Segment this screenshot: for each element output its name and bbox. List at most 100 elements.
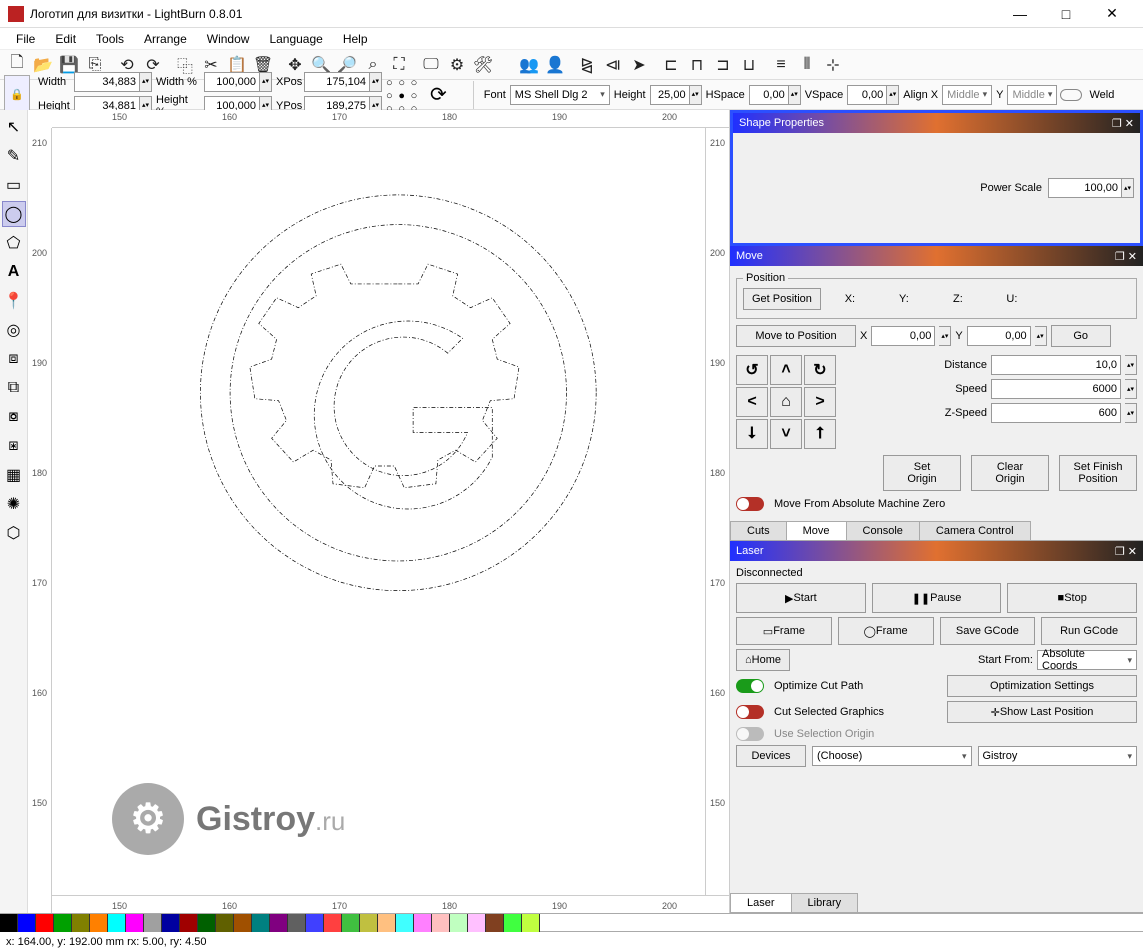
panel-close-icon[interactable]: ✕ xyxy=(1128,250,1137,263)
color-swatch[interactable] xyxy=(126,914,144,932)
power-scale-input[interactable] xyxy=(1048,178,1122,198)
tab-cuts[interactable]: Cuts xyxy=(730,521,787,540)
draw-line-tool-icon[interactable]: ✎ xyxy=(2,143,26,169)
color-swatch[interactable] xyxy=(342,914,360,932)
device-select[interactable]: (Choose) xyxy=(812,746,972,766)
fheight-spinner[interactable]: ▴▾ xyxy=(690,85,702,105)
laser-header[interactable]: Laser ❐✕ xyxy=(730,541,1143,561)
select-tool-icon[interactable]: ↖ xyxy=(2,114,26,140)
move-x-spinner[interactable]: ▴▾ xyxy=(939,326,951,346)
abs-move-toggle[interactable] xyxy=(736,497,764,511)
align-t-icon[interactable]: ⊔ xyxy=(737,53,761,77)
use-selection-origin-toggle[interactable] xyxy=(736,727,764,741)
start-from-select[interactable]: Absolute Coords xyxy=(1037,650,1137,670)
color-swatch[interactable] xyxy=(90,914,108,932)
vspace-spinner[interactable]: ▴▾ xyxy=(887,85,899,105)
logo-shape[interactable] xyxy=(52,128,705,895)
move-y-input[interactable] xyxy=(967,326,1031,346)
menu-tools[interactable]: Tools xyxy=(86,30,134,48)
dist-v-icon[interactable]: ⦀ xyxy=(795,53,819,77)
aligny-select[interactable]: Middle xyxy=(1007,85,1057,105)
radial-tool-icon[interactable]: ✺ xyxy=(2,491,26,517)
shape-properties-header[interactable]: Shape Properties ❐✕ xyxy=(733,113,1140,133)
color-swatch[interactable] xyxy=(270,914,288,932)
group-icon[interactable]: 👥 xyxy=(517,53,541,77)
alignx-select[interactable]: Middle xyxy=(942,85,992,105)
boolean-d-icon[interactable]: ⧆ xyxy=(2,433,26,459)
panel-close-icon[interactable]: ✕ xyxy=(1128,545,1137,558)
send-icon[interactable]: ➤ xyxy=(627,53,651,77)
align-r-icon[interactable]: ⊐ xyxy=(711,53,735,77)
rect-tool-icon[interactable]: ▭ xyxy=(2,172,26,198)
frame-rubber-button[interactable]: ◯ Frame xyxy=(838,617,934,645)
get-position-button[interactable]: Get Position xyxy=(743,288,821,310)
panel-undock-icon[interactable]: ❐ xyxy=(1115,250,1125,263)
marker-tool-icon[interactable]: 📍 xyxy=(2,288,26,314)
color-swatch[interactable] xyxy=(0,914,18,932)
maximize-button[interactable]: □ xyxy=(1043,0,1089,28)
color-swatch[interactable] xyxy=(396,914,414,932)
speed-spinner[interactable]: ▴▾ xyxy=(1125,379,1137,399)
panel-undock-icon[interactable]: ❐ xyxy=(1115,545,1125,558)
optimize-toggle[interactable] xyxy=(736,679,764,693)
home-button[interactable]: ⌂ Home xyxy=(736,649,790,671)
jog-down-button[interactable]: ˅ xyxy=(770,419,802,449)
ellipse-tool-icon[interactable]: ◯ xyxy=(2,201,26,227)
color-swatch[interactable] xyxy=(198,914,216,932)
rotate-icon[interactable]: ⟳ xyxy=(430,82,447,107)
widthp-spinner[interactable]: ▴▾ xyxy=(260,72,272,92)
zoom-sel-icon[interactable]: ⛶ xyxy=(387,53,411,77)
menu-window[interactable]: Window xyxy=(197,30,260,48)
color-swatch[interactable] xyxy=(162,914,180,932)
clear-origin-button[interactable]: Clear Origin xyxy=(971,455,1049,491)
color-swatch[interactable] xyxy=(324,914,342,932)
color-swatch[interactable] xyxy=(522,914,540,932)
color-swatch[interactable] xyxy=(450,914,468,932)
hspace-input[interactable] xyxy=(749,85,789,105)
jog-left-button[interactable]: ˂ xyxy=(736,387,768,417)
color-swatch[interactable] xyxy=(18,914,36,932)
color-swatch[interactable] xyxy=(144,914,162,932)
zspeed-spinner[interactable]: ▴▾ xyxy=(1125,403,1137,423)
aspect-lock-icon[interactable]: 🔒 xyxy=(4,75,30,115)
menu-arrange[interactable]: Arrange xyxy=(134,30,197,48)
color-swatch[interactable] xyxy=(360,914,378,932)
ungroup-icon[interactable]: 👤 xyxy=(543,53,567,77)
flip-h-icon[interactable]: ⧎ xyxy=(575,53,599,77)
show-last-position-button[interactable]: ✛ Show Last Position xyxy=(947,701,1137,723)
run-gcode-button[interactable]: Run GCode xyxy=(1041,617,1137,645)
color-swatch[interactable] xyxy=(288,914,306,932)
move-x-input[interactable] xyxy=(871,326,935,346)
set-origin-button[interactable]: Set Origin xyxy=(883,455,961,491)
font-select[interactable]: MS Shell Dlg 2 xyxy=(510,85,610,105)
width-input[interactable] xyxy=(74,72,140,92)
align-l-icon[interactable]: ⊏ xyxy=(659,53,683,77)
speed-input[interactable] xyxy=(991,379,1121,399)
distance-spinner[interactable]: ▴▾ xyxy=(1125,355,1137,375)
menu-edit[interactable]: Edit xyxy=(45,30,86,48)
cut-selected-toggle[interactable] xyxy=(736,705,764,719)
boolean-c-icon[interactable]: ⧇ xyxy=(2,404,26,430)
color-swatch[interactable] xyxy=(504,914,522,932)
color-swatch[interactable] xyxy=(54,914,72,932)
color-swatch[interactable] xyxy=(414,914,432,932)
menu-file[interactable]: File xyxy=(6,30,45,48)
jog-up-button[interactable]: ˄ xyxy=(770,355,802,385)
weld-toggle[interactable] xyxy=(1060,89,1082,101)
optimization-settings-button[interactable]: Optimization Settings xyxy=(947,675,1137,697)
color-swatch[interactable] xyxy=(234,914,252,932)
tab-console[interactable]: Console xyxy=(846,521,920,540)
grid-tool-icon[interactable]: ▦ xyxy=(2,462,26,488)
distance-input[interactable] xyxy=(991,355,1121,375)
zspeed-input[interactable] xyxy=(991,403,1121,423)
set-finish-button[interactable]: Set Finish Position xyxy=(1059,455,1137,491)
tab-laser[interactable]: Laser xyxy=(730,893,792,912)
color-swatch[interactable] xyxy=(432,914,450,932)
power-scale-spinner[interactable]: ▴▾ xyxy=(1122,178,1134,198)
go-button[interactable]: Go xyxy=(1051,325,1111,347)
offset-tool-icon[interactable]: ◎ xyxy=(2,317,26,343)
tab-move[interactable]: Move xyxy=(786,521,847,540)
start-button[interactable]: ▶ Start xyxy=(736,583,866,613)
preview-icon[interactable]: 🖵 xyxy=(419,53,443,77)
save-gcode-button[interactable]: Save GCode xyxy=(940,617,1036,645)
